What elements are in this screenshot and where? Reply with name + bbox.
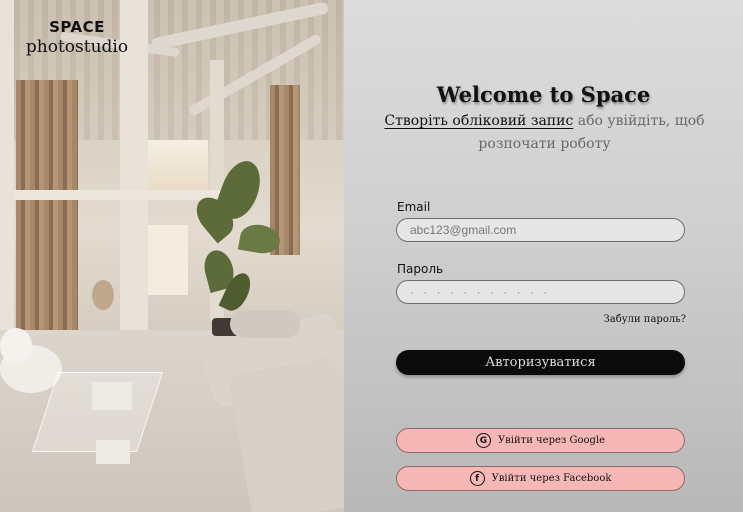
password-label: Пароль xyxy=(397,262,444,276)
intro-text: Створіть обліковий запис або увійдіть, щ… xyxy=(372,110,717,156)
create-account-link[interactable]: Створіть обліковий запис xyxy=(384,113,573,129)
facebook-icon: f xyxy=(469,471,485,486)
brand-logo: SPACE photostudio xyxy=(22,18,132,57)
login-button[interactable]: Авторизуватися xyxy=(396,350,685,375)
password-value: · · · · · · · · · · · xyxy=(410,285,551,299)
brand-name: SPACE xyxy=(49,18,105,36)
email-field[interactable]: abc123@gmail.com xyxy=(396,218,685,242)
password-field[interactable]: · · · · · · · · · · · xyxy=(396,280,685,304)
facebook-login-button[interactable]: f Увійти через Facebook xyxy=(396,466,685,491)
google-login-label: Увійти через Google xyxy=(497,435,606,446)
google-login-button[interactable]: G Увійти через Google xyxy=(396,428,685,453)
facebook-login-label: Увійти через Facebook xyxy=(491,473,612,484)
email-label: Email xyxy=(397,200,431,214)
google-icon: G xyxy=(475,433,491,448)
brand-subtitle: photostudio xyxy=(25,37,129,57)
forgot-password-link[interactable]: Забули пароль? xyxy=(600,314,687,325)
hero-photo xyxy=(0,0,344,512)
page-title: Welcome to Space xyxy=(436,82,651,107)
